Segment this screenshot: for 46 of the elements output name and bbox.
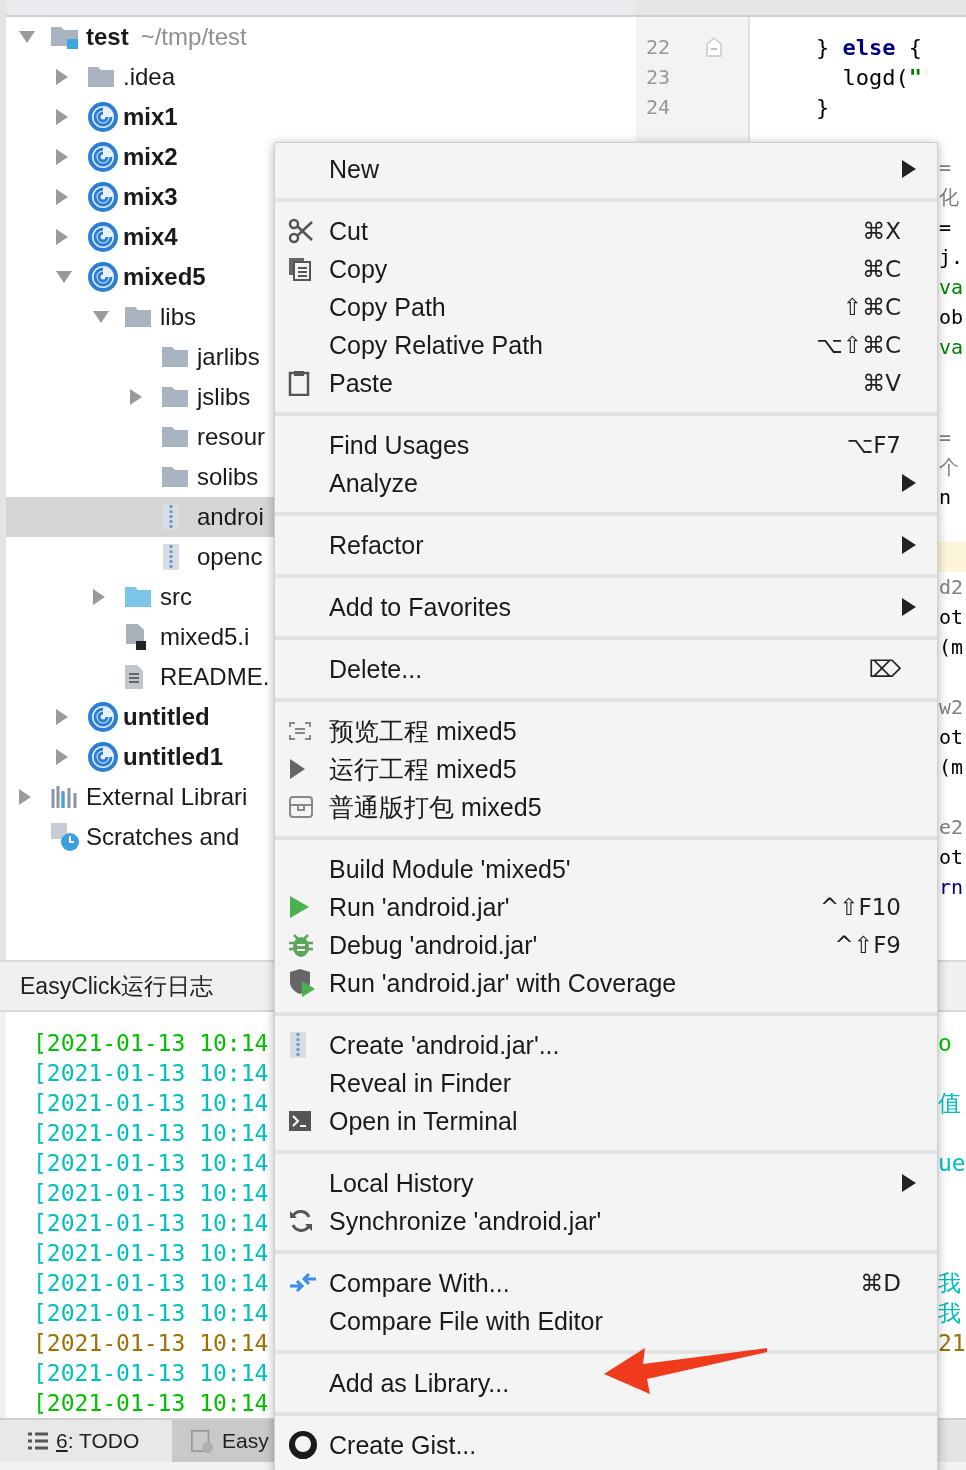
log-line: [2021-01-13 10:14 — [33, 1150, 269, 1176]
path-hint: ~/tmp/test — [140, 23, 247, 51]
code-fragment: 个 — [939, 453, 959, 481]
log-line: [2021-01-13 10:14 — [33, 1270, 269, 1296]
code-fragment: va — [939, 335, 964, 359]
log-fragment: 值 — [938, 1088, 961, 1118]
line-number: 22 — [645, 35, 672, 59]
log-fragment: o — [938, 1030, 952, 1056]
code-line: } — [816, 94, 830, 120]
code-fragment: ot — [939, 605, 964, 629]
code-fragment: 化 — [939, 183, 959, 211]
log-line: [2021-01-13 10:14 — [33, 1240, 269, 1266]
log-fragment: ue — [938, 1150, 966, 1176]
log-line: [2021-01-13 10:14 — [33, 1330, 269, 1356]
line-number: 24 — [645, 95, 672, 119]
code-fragment: = — [939, 155, 952, 179]
code-line: logd(" — [841, 64, 922, 90]
log-line: [2021-01-13 10:14 — [33, 1030, 269, 1056]
panel-title: EasyClick运行日志 — [20, 971, 213, 1001]
code-fragment: e2 — [939, 815, 964, 839]
code-fragment: ot — [939, 725, 964, 749]
log-fragment: 21 — [938, 1330, 966, 1356]
code-fragment: = — [939, 425, 952, 449]
log-line: [2021-01-13 10:14 — [33, 1060, 269, 1086]
code-fragment: n — [939, 485, 952, 509]
log-fragment: 我 — [938, 1268, 961, 1298]
code-fragment: (m — [939, 755, 964, 779]
log-line: [2021-01-13 10:14 — [33, 1090, 269, 1116]
code-fragment: j. — [939, 245, 964, 269]
code-fragment: va — [939, 275, 964, 299]
code-fragment: w2 — [939, 695, 964, 719]
code-fragment: ob — [939, 305, 964, 329]
log-line: [2021-01-13 10:14 — [33, 1300, 269, 1326]
log-fragment: 我 — [938, 1298, 961, 1328]
log-line: [2021-01-13 10:14 — [33, 1210, 269, 1236]
log-line: [2021-01-13 10:14 — [33, 1120, 269, 1146]
log-line: [2021-01-13 10:14 — [33, 1390, 269, 1416]
code-line: } else { — [816, 34, 922, 60]
code-fragment: d2 — [939, 575, 964, 599]
code-fragment: ot — [939, 845, 964, 869]
log-line: [2021-01-13 10:14 — [33, 1360, 269, 1386]
code-fragment: rn — [939, 875, 964, 899]
line-number: 23 — [645, 65, 672, 89]
code-fragment: (m — [939, 635, 964, 659]
code-fragment: = — [939, 215, 952, 239]
log-line: [2021-01-13 10:14 — [33, 1180, 269, 1206]
